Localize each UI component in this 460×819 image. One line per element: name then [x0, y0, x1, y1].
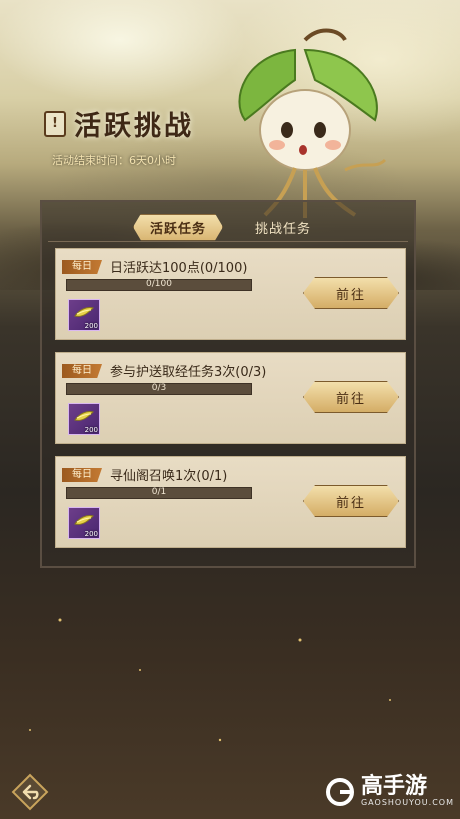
- task-progress-bar: 0/1: [66, 487, 252, 499]
- task-title: 寻仙阁召唤1次(0/1): [110, 469, 228, 484]
- gaoshouyou-logo-icon: [325, 777, 354, 806]
- task-progress-bar: 0/3: [66, 383, 252, 395]
- leaf-spirit-character: [238, 28, 387, 218]
- task-title: 参与护送取经任务3次(0/3): [110, 365, 267, 380]
- event-end-time: 活动结束时间：6天0小时: [52, 154, 176, 167]
- task-tabs: 活跃任务 挑战任务: [48, 213, 408, 242]
- reward-quantity: 200: [84, 426, 98, 434]
- task-title: 日活跃达100点(0/100): [110, 261, 248, 276]
- go-button[interactable]: 前往: [303, 277, 399, 309]
- tab-challenge-tasks[interactable]: 挑战任务: [243, 215, 323, 240]
- back-button[interactable]: [10, 772, 50, 812]
- task-card-1: 每日 日活跃达100点(0/100) 0/100 200 前往: [55, 248, 406, 340]
- progress-text: 0/100: [146, 279, 172, 289]
- task-card-2: 每日 参与护送取经任务3次(0/3) 0/3 200 前往: [55, 352, 406, 444]
- reward-item[interactable]: 200: [68, 507, 100, 539]
- reward-item[interactable]: 200: [68, 403, 100, 435]
- background-sparkles: [29, 618, 391, 742]
- watermark-text: 高手游: [360, 774, 427, 799]
- watermark: 高手游 GAOSHOUYOU.COM: [325, 776, 454, 807]
- reward-item[interactable]: 200: [68, 299, 100, 331]
- daily-badge: 每日: [62, 364, 102, 378]
- progress-text: 0/3: [151, 383, 167, 393]
- reward-quantity: 200: [84, 322, 98, 330]
- go-button[interactable]: 前往: [303, 381, 399, 413]
- task-card-3: 每日 寻仙阁召唤1次(0/1) 0/1 200 前往: [55, 456, 406, 548]
- reward-quantity: 200: [84, 530, 98, 538]
- watermark-subtext: GAOSHOUYOU.COM: [360, 798, 454, 807]
- daily-badge: 每日: [62, 468, 102, 482]
- tab-active-tasks[interactable]: 活跃任务: [133, 214, 223, 241]
- page-title: 活跃挑战: [74, 111, 194, 142]
- page-header: ! 活跃挑战: [44, 104, 194, 143]
- daily-badge: 每日: [62, 260, 102, 274]
- header-marker-icon: !: [44, 110, 66, 137]
- progress-text: 0/1: [151, 487, 167, 497]
- task-progress-bar: 0/100: [66, 279, 252, 291]
- go-button[interactable]: 前往: [303, 485, 399, 517]
